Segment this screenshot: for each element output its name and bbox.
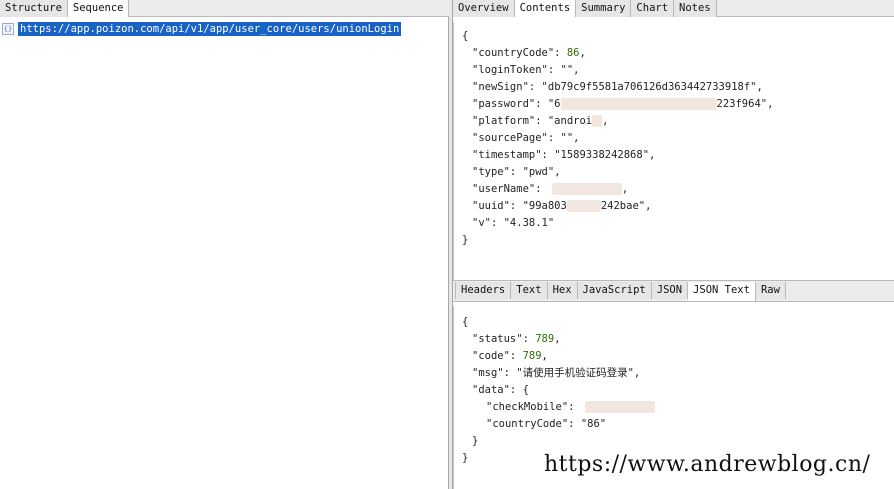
request-field-uuid: "uuid": "99a803 242bae", (472, 200, 652, 212)
request-json-view: { "countryCode": 86, "loginToken": "", "… (453, 22, 894, 280)
sequence-url[interactable]: https://app.poizon.com/api/v1/app/user_c… (18, 21, 402, 36)
tab-structure[interactable]: Structure (0, 0, 68, 17)
response-field-checkmobile: "checkMobile": (486, 399, 655, 416)
redacted-blur (551, 183, 622, 195)
tab-sequence[interactable]: Sequence (67, 0, 130, 17)
redacted-blur (584, 401, 655, 413)
request-field-username: "userName": , (472, 183, 629, 195)
request-field-type: "type": "pwd", (472, 166, 561, 178)
response-field-msg: "msg": "请使用手机验证码登录", (472, 367, 641, 379)
tab-chart[interactable]: Chart (631, 0, 675, 17)
response-field-countrycode: "countryCode": "86" (486, 418, 607, 430)
sequence-list-item[interactable]: {} https://app.poizon.com/api/v1/app/use… (0, 21, 402, 36)
response-field-status: "status": 789, (472, 333, 561, 345)
request-field-password: "password": "6 223f964", (472, 98, 774, 110)
redacted-blur (560, 98, 717, 110)
tab-raw[interactable]: Raw (755, 282, 786, 299)
redacted-blur (566, 200, 601, 212)
json-open-brace: { (462, 30, 469, 42)
tab-contents[interactable]: Contents (514, 0, 577, 17)
json-data-close-brace: } (472, 435, 479, 447)
request-field-v: "v": "4.38.1" (472, 217, 555, 229)
response-field-data: "data": { (472, 384, 529, 396)
tab-hex[interactable]: Hex (547, 282, 578, 299)
left-tab-bar: Structure Sequence (0, 0, 449, 17)
request-field-platform: "platform": "androi, (472, 115, 609, 127)
right-tab-bar: Overview Contents Summary Chart Notes (453, 0, 894, 17)
json-close-brace: } (462, 452, 469, 464)
tab-javascript[interactable]: JavaScript (577, 282, 652, 299)
tab-headers[interactable]: Headers (455, 282, 512, 299)
tab-notes[interactable]: Notes (674, 0, 717, 17)
response-field-code: "code": 789, (472, 350, 548, 362)
tab-summary[interactable]: Summary (576, 0, 632, 17)
json-close-brace: } (462, 234, 469, 246)
request-field-sourcepage: "sourcePage": "", (472, 132, 580, 144)
request-field-countrycode: "countryCode": 86, (472, 47, 586, 59)
tab-overview[interactable]: Overview (453, 0, 515, 17)
json-open-brace: { (462, 316, 469, 328)
request-field-logintoken: "loginToken": "", (472, 64, 580, 76)
response-tab-bar: Headers Text Hex JavaScript JSON JSON Te… (455, 282, 786, 301)
redacted-blur (592, 115, 603, 127)
tab-json[interactable]: JSON (651, 282, 689, 299)
watermark-text: https://www.andrewblog.cn/ (544, 452, 871, 477)
json-doc-icon: {} (2, 22, 14, 35)
left-pane: Structure Sequence {} https://app.poizon… (0, 0, 449, 489)
request-field-timestamp: "timestamp": "1589338242868", (472, 149, 656, 161)
tab-text[interactable]: Text (511, 282, 548, 299)
tab-json-text[interactable]: JSON Text (688, 282, 756, 301)
request-field-newsign: "newSign": "db79c9f5581a706126d363442733… (472, 81, 763, 93)
response-tab-strip: Headers Text Hex JavaScript JSON JSON Te… (453, 280, 894, 302)
